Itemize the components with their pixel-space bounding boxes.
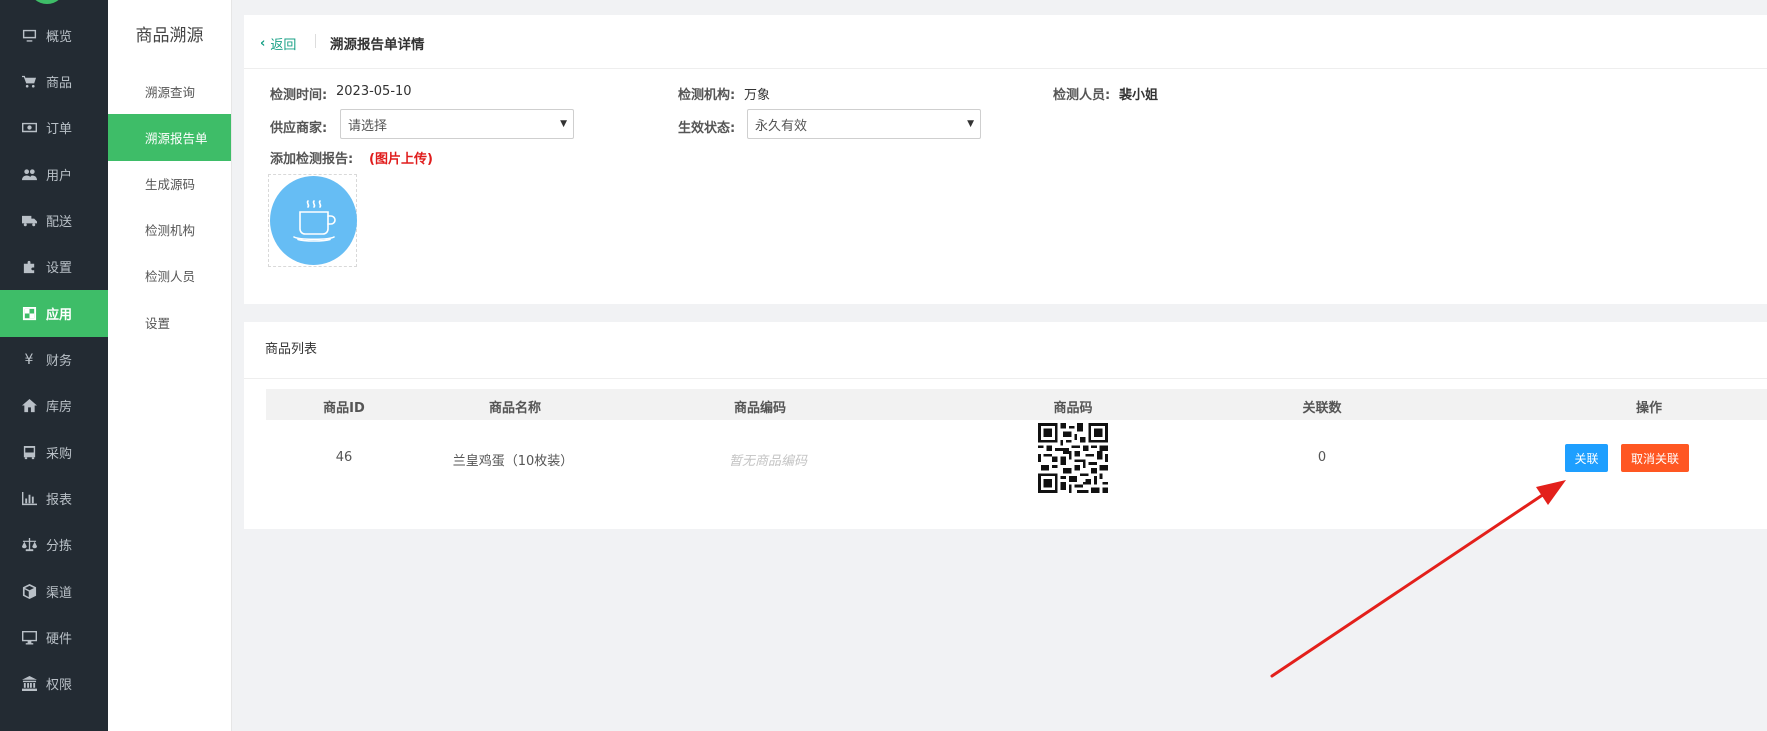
nav-label: 渠道 <box>46 586 73 601</box>
test-time-value: 2023-05-10 <box>336 84 412 99</box>
supplier-select[interactable]: 请选择 ▼ <box>340 109 574 139</box>
nav-label: 配送 <box>46 215 73 230</box>
yen-icon: ¥ <box>24 351 34 368</box>
cube-icon <box>20 583 38 601</box>
bus-icon <box>20 444 38 462</box>
tester-label: 检测人员: <box>1053 88 1111 103</box>
column-header-id: 商品ID <box>323 401 365 416</box>
header-divider <box>315 34 316 48</box>
nav-label: 报表 <box>46 493 73 508</box>
caret-down-icon: ▼ <box>967 119 974 129</box>
nav-label: 应用 <box>46 308 73 323</box>
product-id-cell: 46 <box>335 450 353 465</box>
report-detail-panel: ‹ 返回 溯源报告单详情 检测时间: 2023-05-10 检测机构: 万象 检… <box>244 15 1767 304</box>
product-code-cell: 暂无商品编码 <box>728 454 808 469</box>
sub-item-generate-code[interactable]: 生成源码 <box>108 160 231 207</box>
chevron-left-icon: ‹ <box>260 36 266 51</box>
caret-down-icon: ▼ <box>560 119 567 129</box>
test-org-label: 检测机构: <box>678 88 736 103</box>
nav-item-reports[interactable]: 报表 <box>0 475 108 522</box>
logo <box>30 0 64 4</box>
nav-label: 设置 <box>46 261 73 276</box>
column-header-name: 商品名称 <box>488 401 542 416</box>
nav-label: 库房 <box>46 400 73 415</box>
sub-item-settings[interactable]: 设置 <box>108 299 231 346</box>
scale-icon <box>20 536 38 554</box>
qr-code-image <box>1038 423 1108 493</box>
back-label: 返回 <box>270 38 297 53</box>
coffee-cup-icon <box>270 176 357 265</box>
nav-item-purchase[interactable]: 采购 <box>0 429 108 476</box>
product-list-panel: 商品列表 商品ID 商品名称 商品编码 商品码 关联数 操作 46 兰皇鸡蛋（1… <box>244 322 1767 529</box>
sub-item-trace-query[interactable]: 溯源查询 <box>108 68 231 115</box>
upload-note: (图片上传) <box>369 152 433 167</box>
column-header-link-count: 关联数 <box>1302 401 1342 416</box>
nav-item-permissions[interactable]: 权限 <box>0 660 108 707</box>
sub-item-test-org[interactable]: 检测机构 <box>108 206 231 253</box>
puzzle-icon <box>20 258 38 276</box>
nav-label: 分拣 <box>46 539 73 554</box>
nav-label: 财务 <box>46 354 73 369</box>
column-header-actions: 操作 <box>1635 401 1663 416</box>
sub-item-trace-report[interactable]: 溯源报告单 <box>108 114 231 161</box>
nav-item-finance[interactable]: ¥ 财务 <box>0 336 108 383</box>
monitor-icon <box>20 27 38 45</box>
nav-item-users[interactable]: 用户 <box>0 151 108 198</box>
page-title: 溯源报告单详情 <box>330 37 425 53</box>
nav-label: 用户 <box>46 169 73 184</box>
nav-label: 订单 <box>46 122 73 137</box>
supplier-label: 供应商家: <box>270 121 328 136</box>
link-count-cell: 0 <box>1317 450 1327 465</box>
panel-header: ‹ 返回 溯源报告单详情 <box>244 15 1767 69</box>
truck-icon <box>20 212 38 230</box>
tester-value: 裴小姐 <box>1119 88 1159 103</box>
nav-label: 商品 <box>46 76 73 91</box>
main-nav: 概览 商品 订单 用户 配送 设置 应用 ¥ 财务 库房 采购 报表 分拣 渠道… <box>0 0 108 731</box>
unlink-button[interactable]: 取消关联 <box>1621 444 1689 472</box>
table-header: 商品ID 商品名称 商品编码 商品码 关联数 操作 <box>266 389 1767 420</box>
report-image-upload[interactable] <box>268 174 357 267</box>
nav-label: 采购 <box>46 447 73 462</box>
nav-item-hardware[interactable]: 硬件 <box>0 614 108 661</box>
sub-nav: 商品溯源 溯源查询 溯源报告单 生成源码 检测机构 检测人员 设置 <box>108 0 232 731</box>
nav-item-apps[interactable]: 应用 <box>0 290 108 337</box>
sub-nav-title: 商品溯源 <box>135 26 204 46</box>
nav-item-goods[interactable]: 商品 <box>0 58 108 105</box>
back-button[interactable]: ‹ 返回 <box>260 34 296 53</box>
nav-item-delivery[interactable]: 配送 <box>0 197 108 244</box>
nav-label: 概览 <box>46 30 73 45</box>
product-name-cell: 兰皇鸡蛋（10枚装） <box>452 454 574 469</box>
status-select[interactable]: 永久有效 ▼ <box>747 109 981 139</box>
nav-item-settings[interactable]: 设置 <box>0 243 108 290</box>
cart-icon <box>20 73 38 91</box>
bar-chart-icon <box>20 490 38 508</box>
nav-item-overview[interactable]: 概览 <box>0 12 108 59</box>
nav-label: 权限 <box>46 678 73 693</box>
nav-item-warehouse[interactable]: 库房 <box>0 382 108 429</box>
test-time-label: 检测时间: <box>270 88 328 103</box>
supplier-select-value: 请选择 <box>348 118 388 134</box>
status-select-value: 永久有效 <box>755 118 808 134</box>
add-report-label: 添加检测报告: <box>270 152 354 167</box>
nav-item-sorting[interactable]: 分拣 <box>0 521 108 568</box>
home-icon <box>20 397 38 415</box>
sub-item-tester[interactable]: 检测人员 <box>108 252 231 299</box>
nav-item-channels[interactable]: 渠道 <box>0 568 108 615</box>
desktop-icon <box>20 629 38 647</box>
apps-icon <box>20 305 38 323</box>
nav-item-orders[interactable]: 订单 <box>0 104 108 151</box>
link-button[interactable]: 关联 <box>1565 444 1608 472</box>
nav-label: 硬件 <box>46 632 73 647</box>
test-org-value: 万象 <box>744 88 771 103</box>
product-list-title: 商品列表 <box>265 342 318 357</box>
users-icon <box>20 166 38 184</box>
column-header-qrcode: 商品码 <box>1053 401 1093 416</box>
money-icon <box>20 119 38 137</box>
column-header-code: 商品编码 <box>733 401 787 416</box>
bank-icon <box>20 675 38 693</box>
divider <box>244 378 1767 379</box>
status-label: 生效状态: <box>678 121 736 136</box>
